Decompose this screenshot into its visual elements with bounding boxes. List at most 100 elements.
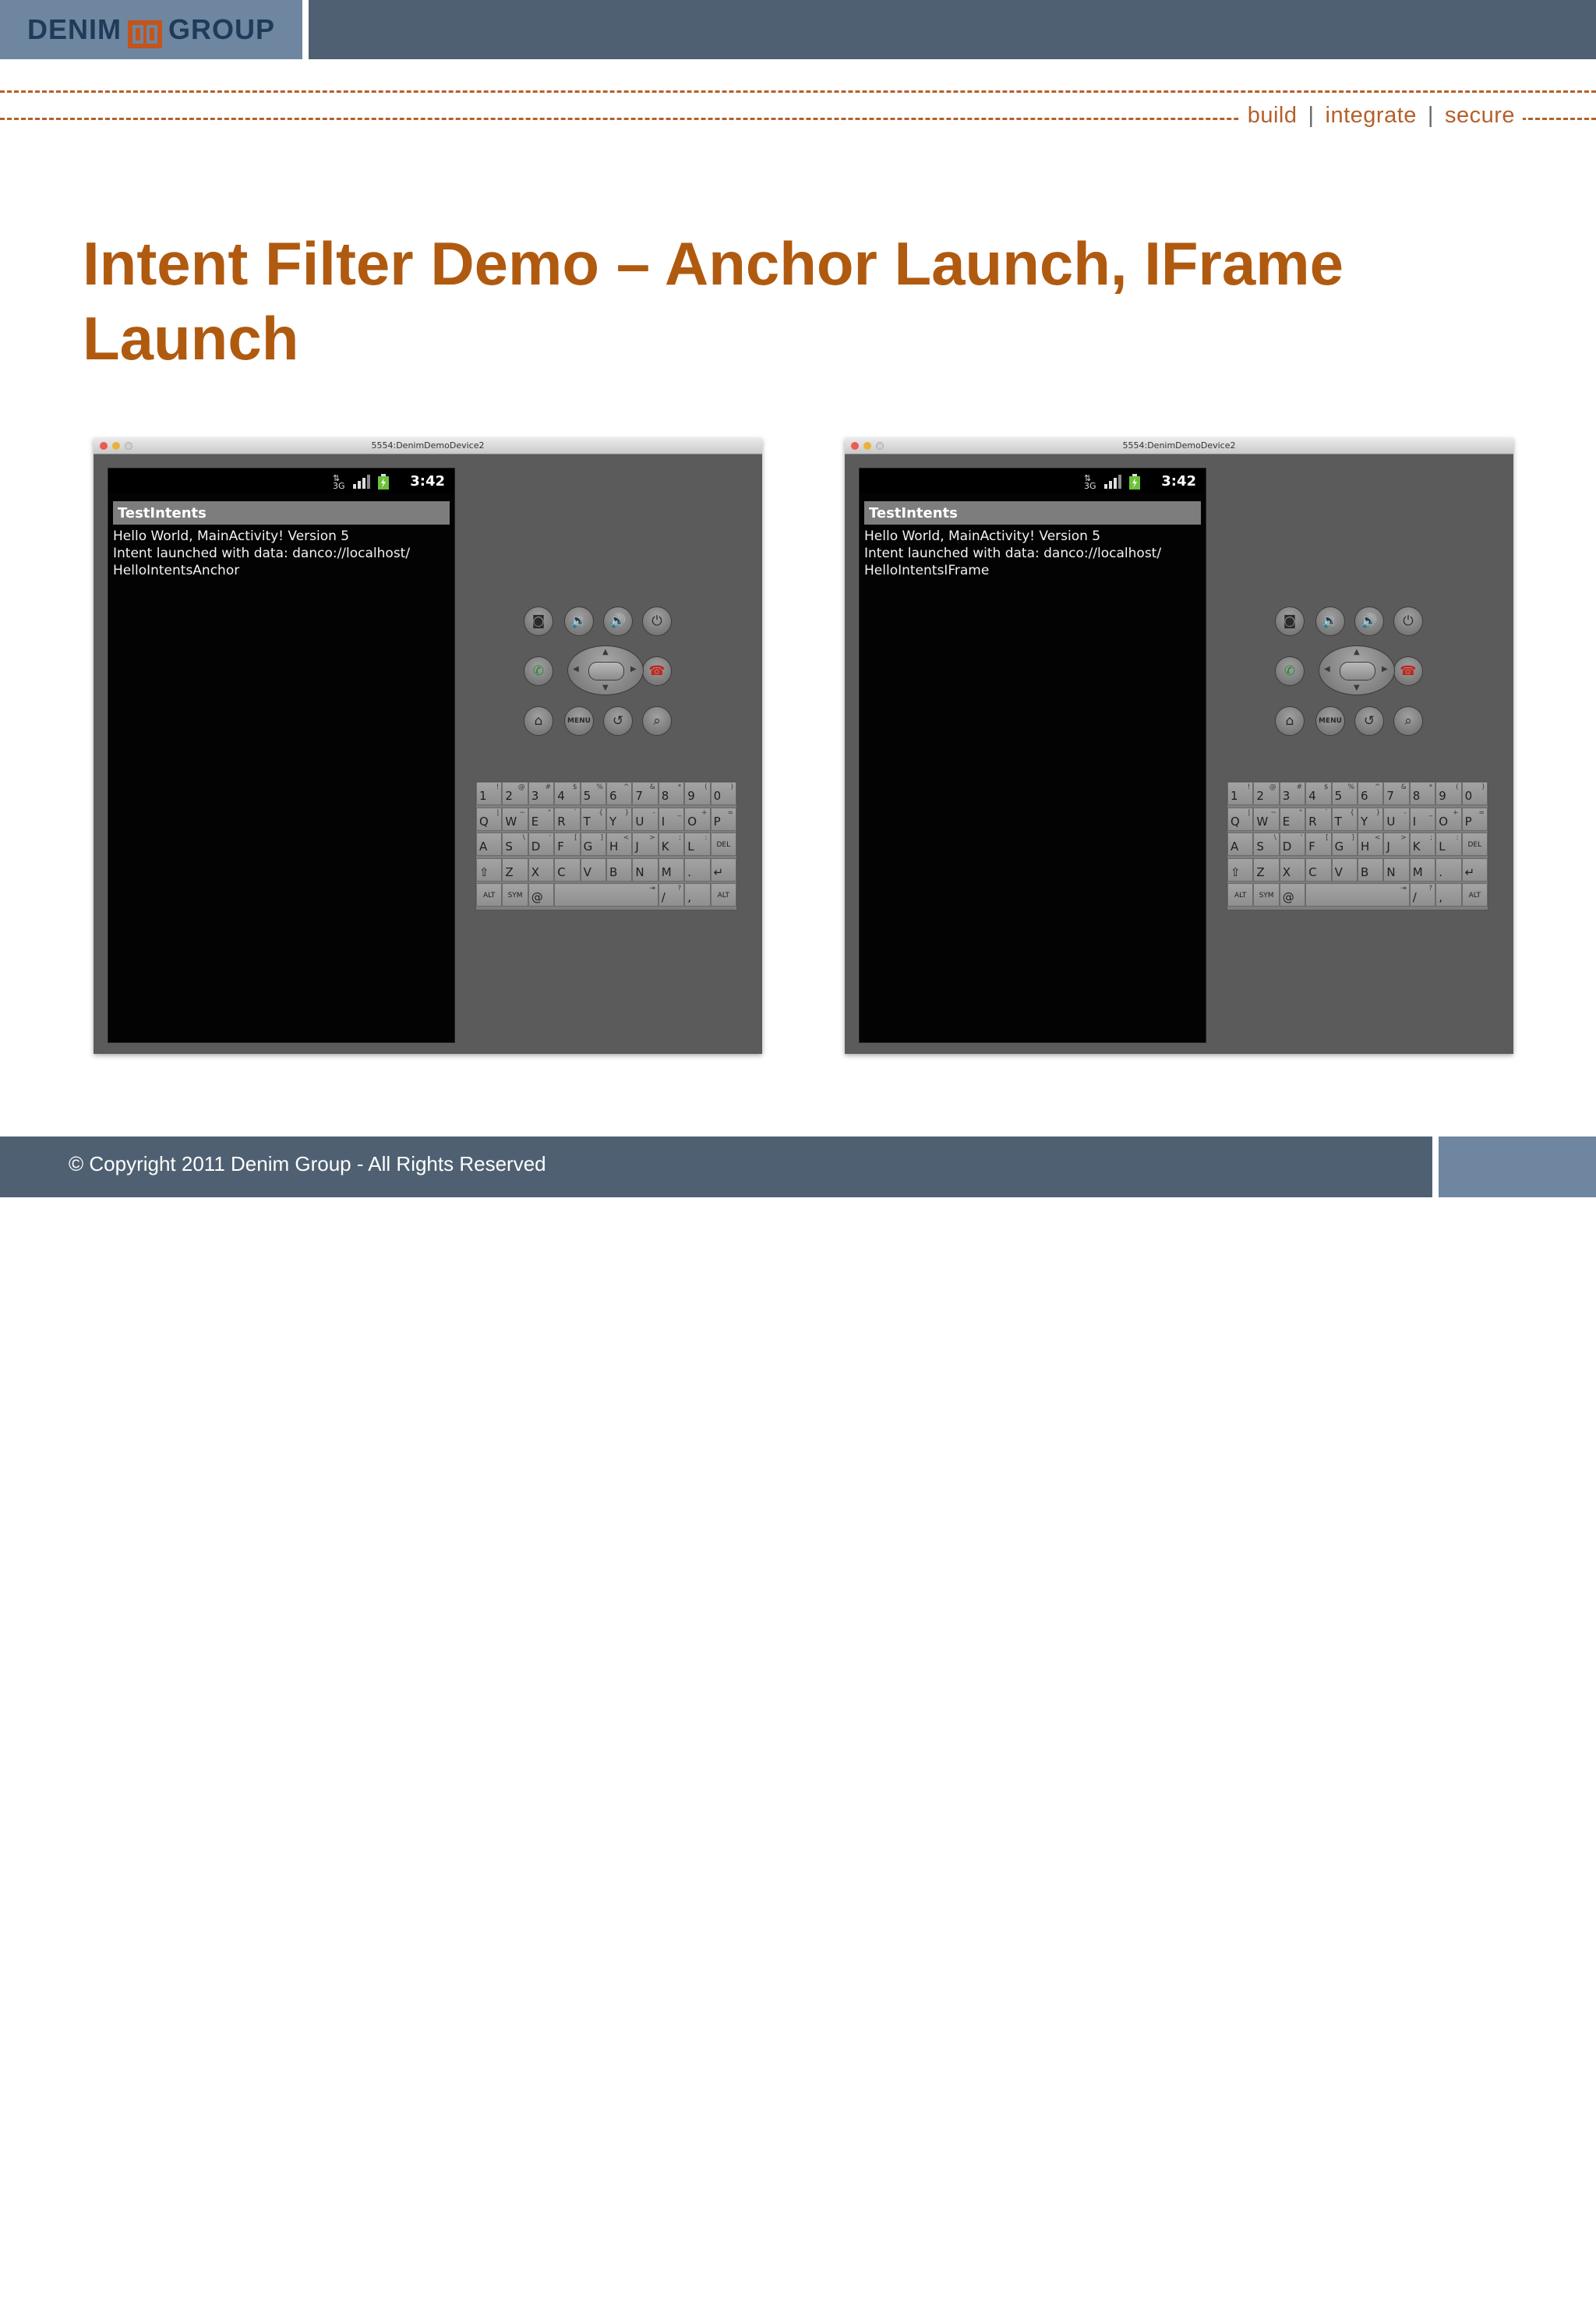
key[interactable]: 2 @ [502,782,528,805]
key[interactable]: G] [1331,833,1358,856]
key[interactable]: Z [1253,857,1280,882]
search-button[interactable]: ⌕ [642,706,672,736]
key[interactable]: T{ [1331,807,1358,831]
dpad-left-icon[interactable]: ◀ [1324,665,1330,673]
key[interactable]: R ` [1305,807,1332,831]
key[interactable]: 1! [1227,782,1254,805]
camera-button[interactable]: ◙ [1275,606,1305,636]
device-screen[interactable]: ⇅ 3G 3:42 TestIntents Hello World, MainActiv… [859,468,1206,1043]
home-button[interactable]: ⌂ [524,706,553,736]
key[interactable]: P = [710,807,736,831]
key[interactable]: DEL [710,833,736,856]
alt-key-right[interactable]: ALT [710,883,736,907]
sym-key[interactable]: SYM [502,883,528,907]
dpad-right-icon[interactable]: ▶ [630,665,637,673]
back-button[interactable]: ↺ [603,706,633,736]
volume-up-button[interactable]: 🔊 [1354,606,1384,636]
key[interactable]: Q | [476,807,503,831]
key[interactable]: . [1435,857,1462,882]
home-button[interactable]: ⌂ [1275,706,1305,736]
key[interactable]: 5% [580,782,606,805]
key[interactable]: M [1409,857,1436,882]
key[interactable]: B [1358,857,1384,882]
key[interactable]: 9( [1435,782,1462,805]
key[interactable]: W ~ [502,807,528,831]
alt-key[interactable]: ALT [1227,883,1254,907]
key[interactable]: 0) [710,782,736,805]
key[interactable]: A [1227,833,1254,856]
key[interactable]: S \ [502,833,528,856]
key[interactable]: 5% [1331,782,1358,805]
dpad[interactable]: ▲ ▼ ◀ ▶ [567,645,644,695]
key[interactable]: 3 # [1279,782,1306,805]
key[interactable]: ↵ [710,857,736,882]
key[interactable]: Y} [606,807,633,831]
key[interactable]: U- [1383,807,1410,831]
slash-key[interactable]: /? [1409,883,1436,907]
key[interactable]: V [580,857,606,882]
camera-button[interactable]: ◙ [524,606,553,636]
key[interactable]: ⇧ [476,857,503,882]
dpad-right-icon[interactable]: ▶ [1382,665,1388,673]
key[interactable]: K; [1409,833,1436,856]
key[interactable]: X [528,857,555,882]
call-button[interactable]: ✆ [524,656,553,686]
dpad-center-button[interactable] [1340,662,1375,680]
search-button[interactable]: ⌕ [1393,706,1423,736]
key[interactable]: J > [632,833,659,856]
dpad-left-icon[interactable]: ◀ [573,665,579,673]
dpad-up-icon[interactable]: ▲ [602,648,609,656]
key[interactable]: Z [502,857,528,882]
key[interactable]: K; [658,833,685,856]
menu-button[interactable]: MENU [564,706,594,736]
volume-down-button[interactable]: 🔉 [1315,606,1345,636]
key[interactable]: C [1305,857,1332,882]
key[interactable]: E " [1279,807,1306,831]
key[interactable]: 1! [476,782,503,805]
key[interactable]: ⇧ [1227,857,1254,882]
key[interactable]: 4 $ [1305,782,1332,805]
alt-key-right[interactable]: ALT [1461,883,1488,907]
key[interactable]: 7 & [632,782,659,805]
key[interactable]: ↵ [1461,857,1488,882]
key[interactable]: D ' [528,833,555,856]
power-button[interactable]: ⏻ [642,606,672,636]
key[interactable]: N [632,857,659,882]
at-key[interactable]: @ [528,883,555,907]
end-call-button[interactable]: ☎ [1393,656,1423,686]
space-key[interactable]: ⇥ [1305,883,1410,907]
back-button[interactable]: ↺ [1354,706,1384,736]
key[interactable]: L: [684,833,711,856]
call-button[interactable]: ✆ [1275,656,1305,686]
comma-key[interactable]: , [684,883,711,907]
key[interactable]: E " [528,807,555,831]
key[interactable]: I _ [1409,807,1436,831]
key[interactable]: S \ [1253,833,1280,856]
key[interactable]: 8 * [658,782,685,805]
power-button[interactable]: ⏻ [1393,606,1423,636]
key[interactable]: H < [606,833,633,856]
key[interactable]: U- [632,807,659,831]
end-call-button[interactable]: ☎ [642,656,672,686]
key[interactable]: O + [1435,807,1462,831]
key[interactable]: Q | [1227,807,1254,831]
volume-up-button[interactable]: 🔊 [603,606,633,636]
key[interactable]: 0) [1461,782,1488,805]
key[interactable]: N [1383,857,1410,882]
key[interactable]: R ` [554,807,581,831]
key[interactable]: 9( [684,782,711,805]
key[interactable]: V [1331,857,1358,882]
at-key[interactable]: @ [1279,883,1306,907]
slash-key[interactable]: /? [658,883,685,907]
dpad-up-icon[interactable]: ▲ [1354,648,1360,656]
key[interactable]: H < [1358,833,1384,856]
key[interactable]: B [606,857,633,882]
key[interactable]: 3 # [528,782,555,805]
key[interactable]: T{ [580,807,606,831]
key[interactable]: 7 & [1383,782,1410,805]
space-key[interactable]: ⇥ [554,883,659,907]
key[interactable]: Y} [1358,807,1384,831]
key[interactable]: X [1279,857,1306,882]
key[interactable]: D ' [1279,833,1306,856]
key[interactable]: I _ [658,807,685,831]
